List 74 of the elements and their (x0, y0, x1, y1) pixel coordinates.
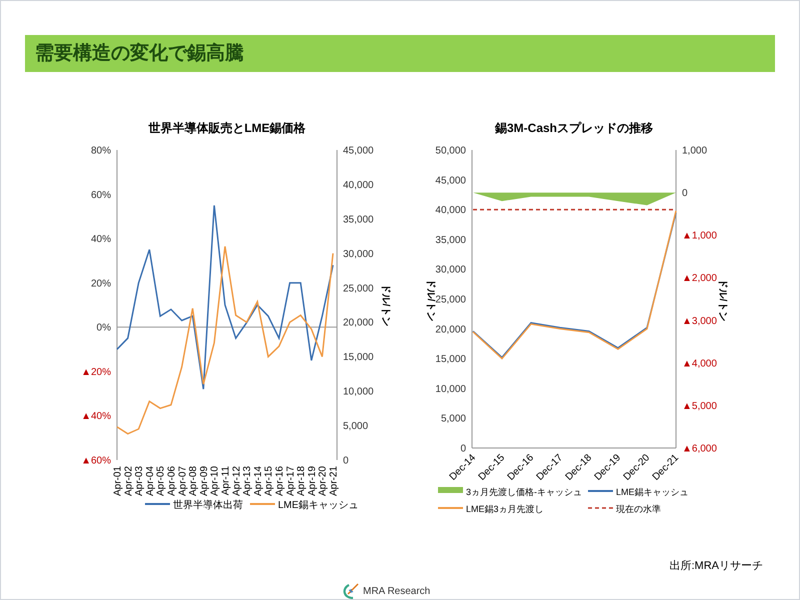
legend-label: 3ヵ月先渡し価格-キャッシュ (466, 487, 582, 497)
axis-tick-label: Apr-14 (252, 466, 264, 496)
axis-tick-label: ▲4,000 (682, 358, 717, 370)
axis-tick-label: 80% (90, 146, 111, 156)
axis-tick-label: 15,000 (343, 352, 374, 364)
logo-text: MRA Research (363, 584, 430, 598)
axis-tick-label: ▲2,000 (682, 273, 717, 284)
axis-tick-label: Apr-08 (188, 466, 200, 496)
axis-tick-label: Apr-11 (220, 466, 232, 496)
axis-tick-label: Apr-04 (144, 466, 156, 496)
axis-tick-label: 1,000 (682, 146, 708, 156)
axis-tick-label: 20,000 (343, 318, 374, 329)
axis-tick-label: Apr-07 (177, 466, 188, 496)
axis-tick-label: Apr-21 (328, 466, 340, 496)
axis-tick-label: 30,000 (435, 264, 466, 276)
axis-tick-label: Apr-03 (134, 466, 146, 496)
axis-tick-label: Apr-10 (210, 466, 221, 496)
axis-tick-label: 20% (90, 278, 111, 290)
legend-label: 世界半導体出荷 (173, 500, 243, 511)
axis-tick-label: Apr-20 (318, 466, 329, 496)
axis-tick-label: 45,000 (435, 175, 466, 186)
axis-tick-label: Apr-05 (156, 466, 167, 496)
legend-label: 現在の水準 (616, 504, 661, 514)
axis-title: ドル/トン (380, 284, 391, 326)
axis-tick-label: Apr-09 (198, 466, 210, 496)
axis-tick-label: ▲40% (81, 411, 111, 422)
chart-title: 世界半導体販売とLME錫価格 (148, 121, 306, 135)
axis-tick-label: 0% (96, 322, 111, 334)
source-note: 出所:MRAリサーチ (670, 559, 763, 573)
axis-tick-label: Apr-15 (264, 466, 275, 496)
axis-title: ドル/トン (425, 278, 436, 322)
legend-label: LME錫キャッシュ (616, 487, 689, 497)
axis-tick-label: ▲20% (81, 366, 111, 378)
legend-swatch (438, 487, 463, 493)
axis-tick-label: ▲3,000 (682, 316, 717, 327)
axis-tick-label: ▲6,000 (682, 444, 717, 454)
axis-tick-label: 40% (90, 234, 111, 246)
axis-title: ドル/トン (717, 278, 728, 322)
axis-tick-label: Apr-13 (242, 466, 254, 496)
axis-tick-label: 0 (682, 188, 688, 200)
axis-tick-label: ▲5,000 (682, 400, 717, 412)
axis-tick-label: Apr-02 (123, 466, 134, 496)
axis-tick-label: ▲60% (81, 456, 111, 466)
axis-tick-label: 30,000 (343, 248, 374, 260)
chart-title: 錫3M-Cashスプレッドの推移 (495, 121, 653, 135)
axis-tick-label: Apr-12 (231, 466, 242, 496)
axis-tick-label: 15,000 (435, 354, 466, 366)
axis-tick-label: 25,000 (435, 294, 466, 306)
axis-tick-label: 35,000 (435, 234, 466, 246)
axis-tick-label: 0 (460, 444, 466, 454)
axis-tick-label: 60% (90, 190, 111, 201)
axis-tick-label: 45,000 (343, 146, 374, 156)
axis-tick-label: 40,000 (435, 205, 466, 216)
axis-tick-label: 20,000 (435, 324, 466, 336)
axis-tick-label: 40,000 (343, 180, 374, 191)
axis-tick-label: Apr-17 (285, 466, 296, 496)
axis-tick-label: Apr-19 (306, 466, 318, 496)
axis-tick-label: 5,000 (440, 414, 466, 425)
axis-tick-label: 0 (343, 456, 349, 466)
legend-label: LME錫キャッシュ (278, 500, 359, 511)
axis-tick-label: Apr-18 (296, 466, 308, 496)
axis-tick-label: ▲1,000 (682, 230, 717, 242)
logo-icon (341, 582, 361, 599)
axis-tick-label: Apr-06 (166, 466, 178, 496)
slide-title: 需要構造の変化で錫高騰 (25, 35, 775, 72)
axis-tick-label: 35,000 (343, 214, 374, 226)
axis-tick-label: 50,000 (435, 146, 466, 156)
legend-label: LME錫3ヵ月先渡し (466, 504, 544, 514)
axis-tick-label: 5,000 (343, 421, 368, 432)
axis-tick-label: 25,000 (343, 283, 374, 294)
axis-tick-label: 10,000 (343, 386, 374, 398)
axis-tick-label: Apr-01 (112, 466, 124, 496)
axis-tick-label: 10,000 (435, 384, 466, 395)
axis-tick-label: Apr-16 (274, 466, 286, 496)
